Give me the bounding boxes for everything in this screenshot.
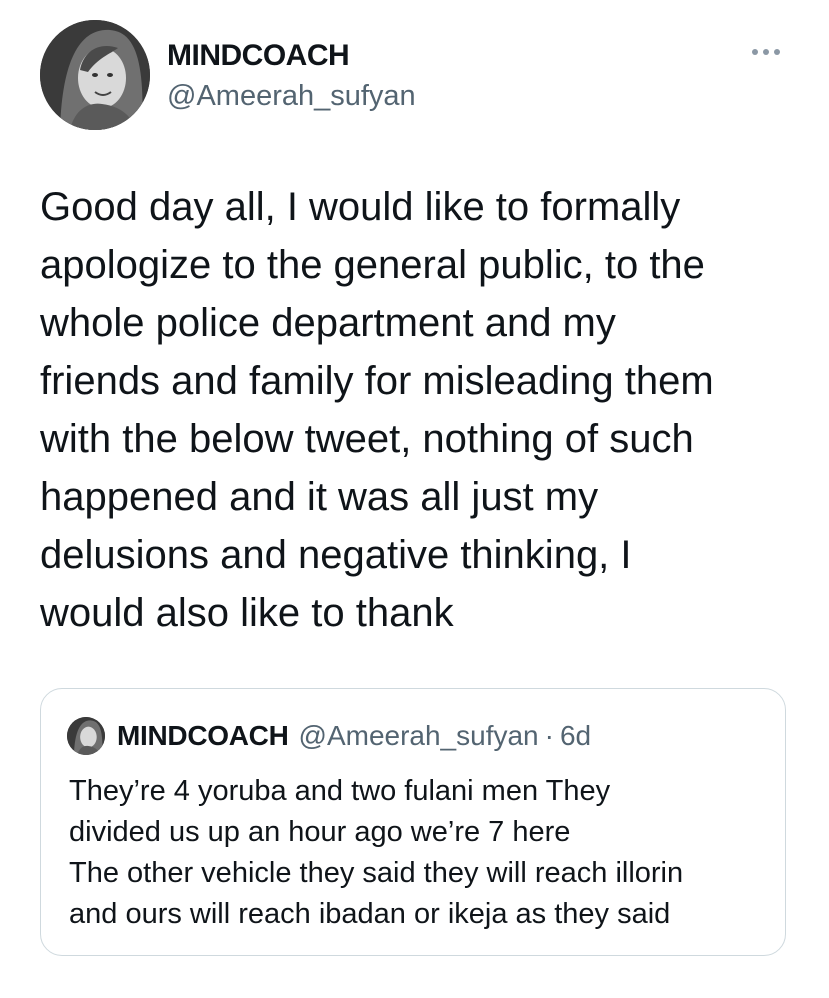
quoted-tweet-text: They’re 4 yoruba and two fulani men They… [69, 771, 683, 935]
quoted-author-handle: @Ameerah_sufyan [298, 720, 539, 751]
author-display-name[interactable]: MINDCOACH [167, 38, 416, 74]
dot [763, 49, 769, 55]
tweet-text: Good day all, I would like to formally a… [40, 178, 800, 642]
tweet-text-line: whole police department and my [40, 301, 616, 345]
avatar-photo-icon [40, 20, 150, 130]
quoted-text-line: The other vehicle they said they will re… [69, 857, 684, 889]
dot [752, 49, 758, 55]
quoted-author-avatar [67, 717, 105, 755]
tweet-text-line: happened and it was all just my [40, 475, 599, 519]
quoted-text-line: They’re 4 yoruba and two fulani men They [69, 775, 611, 807]
tweet-text-line: Good day all, I would like to formally [40, 185, 681, 229]
quoted-tweet-timestamp[interactable]: 6d [560, 720, 591, 752]
avatar-photo-icon [67, 717, 105, 755]
quoted-tweet-header: MINDCOACH @Ameerah_sufyan · 6d [67, 717, 591, 755]
tweet-text-line: would also like to thank [40, 591, 454, 635]
author-avatar[interactable] [40, 20, 150, 130]
separator-dot: · [544, 720, 554, 751]
dot [774, 49, 780, 55]
tweet-text-line: delusions and negative thinking, I [40, 533, 632, 577]
tweet-header: MINDCOACH @Ameerah_sufyan [40, 20, 790, 132]
quoted-text-line: divided us up an hour ago we’re 7 here [69, 816, 571, 848]
author-handle[interactable]: @Ameerah_sufyan [167, 76, 416, 116]
quoted-tweet-card[interactable]: MINDCOACH @Ameerah_sufyan · 6d They’re 4… [40, 688, 786, 956]
more-options-icon[interactable] [752, 42, 786, 62]
tweet-text-line: with the below tweet, nothing of such [40, 417, 694, 461]
quoted-text-line: and ours will reach ibadan or ikeja as t… [69, 898, 671, 930]
tweet-text-line: friends and family for misleading them [40, 359, 714, 403]
tweet-text-line: apologize to the general public, to the [40, 243, 705, 287]
quoted-author-display-name: MINDCOACH [117, 720, 289, 751]
